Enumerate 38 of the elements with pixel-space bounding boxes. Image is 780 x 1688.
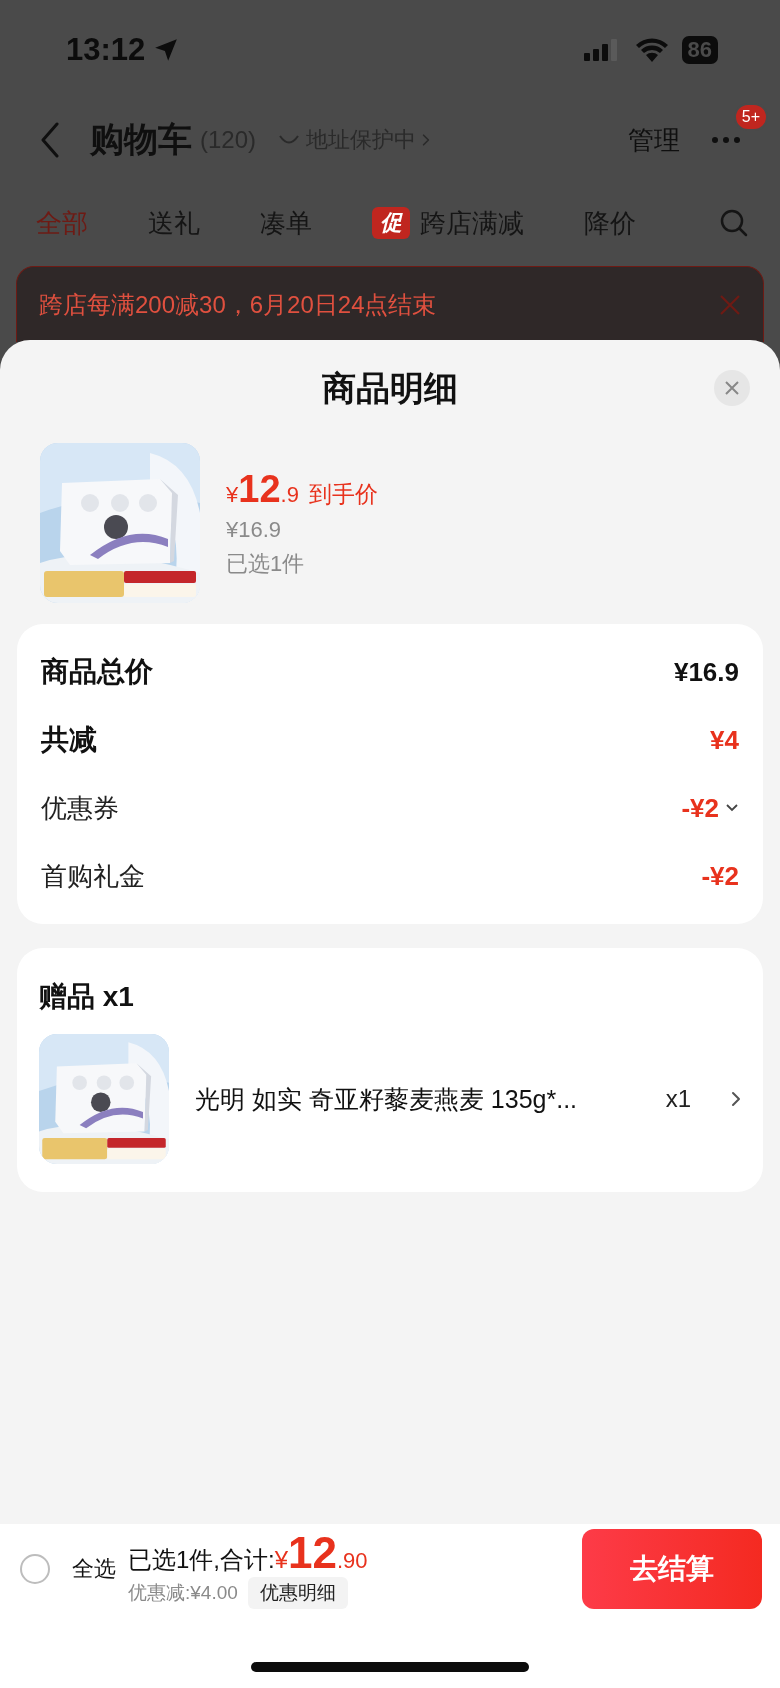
original-price: ¥16.9 [226, 516, 283, 543]
summary-label: 商品总价 [41, 655, 154, 689]
manage-button[interactable]: 管理 [628, 122, 680, 158]
checkout-button[interactable]: 去结算 [582, 1529, 762, 1609]
notification-badge: 5+ [733, 103, 768, 131]
summary-value: ¥4 [710, 724, 739, 756]
close-button[interactable] [714, 370, 750, 406]
chevron-icon [422, 133, 431, 147]
final-price: ¥12.9 到手价 [226, 467, 378, 511]
summary-label: 首购礼金 [41, 859, 146, 893]
discount-detail-button[interactable]: 优惠明细 [247, 1577, 348, 1609]
select-all-radio[interactable] [20, 1554, 50, 1584]
summary-label: 优惠券 [41, 791, 120, 825]
summary-value: -¥2 [701, 860, 739, 892]
sheet-title: 商品明细 [322, 368, 458, 409]
summary-value: ¥16.9 [673, 656, 739, 688]
signal-icon [583, 39, 620, 61]
gift-name: 光明 如实 奇亚籽藜麦燕麦 135g*... [195, 1083, 579, 1115]
close-icon[interactable] [719, 293, 741, 316]
total-price: 已选1件,合计:¥12.90 [128, 1529, 369, 1577]
discount-text: 优惠减:¥4.00 [128, 1581, 238, 1605]
close-icon [724, 380, 740, 396]
page-title: 购物车 [90, 119, 192, 160]
gift-quantity: x1 [665, 1085, 691, 1113]
select-all-label[interactable]: 全选 [72, 1554, 116, 1584]
gift-title: 赠品 x1 [39, 980, 135, 1014]
promo-tag: 促 [372, 207, 410, 239]
chevron-icon [731, 1090, 741, 1108]
summary-value: -¥2 [681, 792, 719, 824]
status-time: 13:12 [66, 32, 146, 68]
back-icon[interactable] [40, 122, 60, 158]
promo-text: 跨店每满200减30，6月20日24点结束 [39, 289, 438, 320]
battery-level: 86 [681, 36, 718, 64]
selected-count: 已选1件 [226, 549, 306, 578]
search-icon[interactable] [720, 209, 748, 237]
summary-label: 共减 [41, 723, 98, 757]
location-arrow-icon [153, 37, 180, 63]
wifi-icon [635, 38, 668, 62]
